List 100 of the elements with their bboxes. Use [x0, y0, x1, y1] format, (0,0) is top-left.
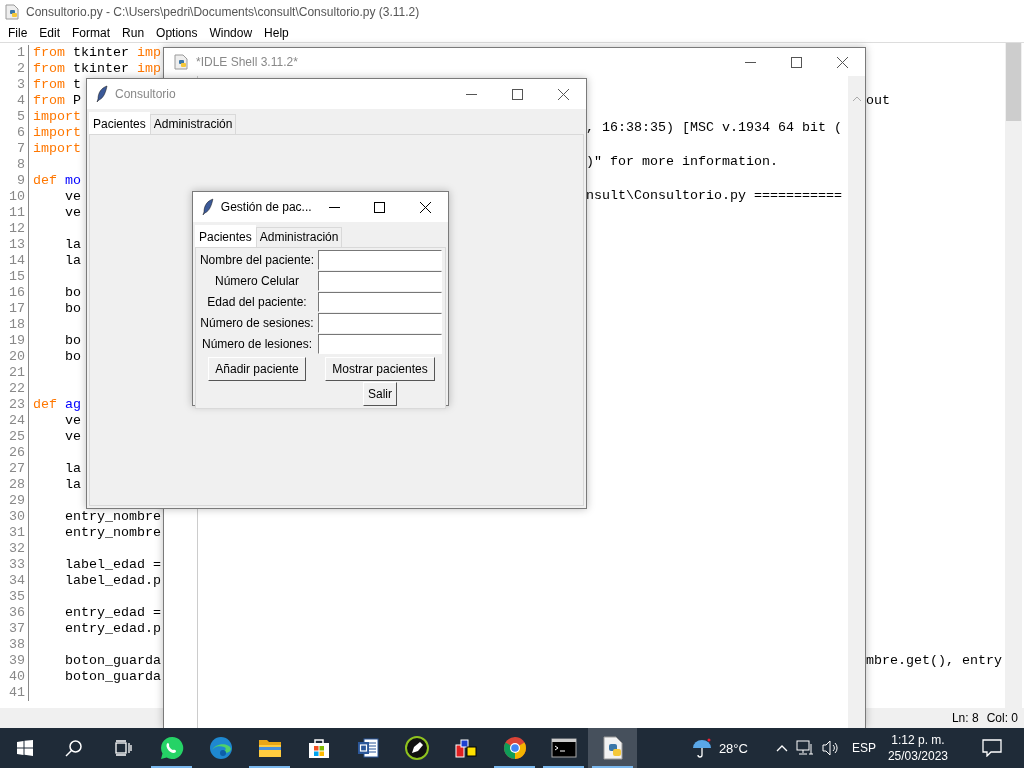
line-number: 30 [0, 509, 29, 525]
window-title: Consultorio.py - C:\Users\pedri\Documents\consult\Consultorio.py (3.11.2) [26, 5, 420, 19]
dialog-button[interactable]: Salir [363, 382, 397, 406]
menu-item[interactable]: Options [150, 26, 204, 40]
tab[interactable]: Pacientes [195, 225, 256, 247]
line-number: 16 [0, 285, 29, 301]
line-number: 35 [0, 589, 29, 605]
code-line: la [64, 237, 81, 252]
field-label: Número de lesiones: [200, 336, 314, 353]
code-line: def ag [33, 397, 81, 412]
code-line: ve [64, 189, 81, 204]
code-line: label_edad.p [64, 573, 161, 588]
code-line: import [33, 109, 81, 124]
line-number: 14 [0, 253, 29, 269]
code-line: from t [33, 77, 81, 92]
line-number: 8 [0, 157, 29, 173]
line-number: 21 [0, 365, 29, 381]
tab[interactable]: Administración [149, 114, 237, 134]
shell-line: nsult\Consultorio.py =========== [586, 188, 842, 204]
code-line: mbre.get(), entry [866, 653, 1003, 669]
tab[interactable]: Administración [255, 227, 343, 247]
tab[interactable]: Pacientes [89, 112, 150, 134]
code-line: la [64, 461, 81, 476]
line-number: 2 [0, 61, 29, 77]
line-number: 38 [0, 637, 29, 653]
menu-item[interactable]: Format [66, 26, 117, 40]
line-number: 11 [0, 205, 29, 221]
menu-item[interactable]: File [2, 26, 34, 40]
line-number: 36 [0, 605, 29, 621]
line-number: 34 [0, 573, 29, 589]
code-line: ve [64, 429, 81, 444]
menu-item[interactable]: Window [203, 26, 259, 40]
line-number: 27 [0, 461, 29, 477]
line-number: 25 [0, 429, 29, 445]
line-number: 5 [0, 109, 29, 125]
menu-item[interactable]: Help [258, 26, 295, 40]
line-number: 3 [0, 77, 29, 93]
code-line: la [64, 477, 81, 492]
code-line: from tkinter imp [33, 61, 161, 76]
dialog-button[interactable]: Añadir paciente [208, 357, 306, 381]
code-line: out [866, 93, 891, 109]
line-number: 28 [0, 477, 29, 493]
line-number: 18 [0, 317, 29, 333]
line-number: 23 [0, 397, 29, 413]
code-line: bo [64, 333, 81, 348]
code-line: label_edad = [64, 557, 161, 572]
code-line: from P [33, 93, 81, 108]
code-line: la [64, 253, 81, 268]
window-title: *IDLE Shell 3.11.2* [196, 55, 298, 69]
dialog-button[interactable]: Mostrar pacientes [325, 357, 435, 381]
field-label: Nombre del paciente: [198, 252, 316, 269]
line-number: 13 [0, 237, 29, 253]
line-number: 12 [0, 221, 29, 237]
code-line: boton_guarda [64, 669, 161, 684]
line-number: 7 [0, 141, 29, 157]
code-line: entry_nombre [64, 509, 161, 524]
line-number: 24 [0, 413, 29, 429]
clock-date[interactable]: 25/03/2023 [887, 748, 948, 764]
shell-line: )" for more information. [586, 154, 778, 170]
code-line: boton_guarda [64, 653, 161, 668]
menu-item[interactable]: Edit [33, 26, 67, 40]
field-label: Número Celular [214, 273, 300, 290]
code-line: import [33, 125, 81, 140]
line-number: 37 [0, 621, 29, 637]
temperature-text[interactable]: 28°C [718, 740, 748, 756]
code-line: ve [64, 205, 81, 220]
code-line: bo [64, 301, 81, 316]
menu-item[interactable]: Run [116, 26, 151, 40]
line-number: 31 [0, 525, 29, 541]
line-number: 9 [0, 173, 29, 189]
window-title: Consultorio [115, 87, 176, 101]
code-line: def mo [33, 173, 81, 188]
status-text: Col: 0 [986, 711, 1018, 725]
line-number: 15 [0, 269, 29, 285]
line-number: 29 [0, 493, 29, 509]
line-number: 26 [0, 445, 29, 461]
code-line: ve [64, 413, 81, 428]
line-number: 20 [0, 349, 29, 365]
code-line: entry_edad = [64, 605, 161, 620]
line-number: 41 [0, 685, 29, 701]
line-number: 19 [0, 333, 29, 349]
line-number: 10 [0, 189, 29, 205]
line-number: 22 [0, 381, 29, 397]
code-line: from tkinter imp [33, 45, 161, 60]
clock-time[interactable]: 1:12 p. m. [891, 732, 945, 748]
field-label: Número de sesiones: [199, 315, 315, 332]
code-line: bo [64, 349, 81, 364]
code-line: entry_nombre [64, 525, 161, 540]
status-text: Ln: 8 [951, 711, 979, 725]
line-number: 17 [0, 301, 29, 317]
field-label: Edad del paciente: [206, 294, 308, 311]
code-line: entry_edad.p [64, 621, 161, 636]
line-number: 32 [0, 541, 29, 557]
window-title: Gestión de pac... [220, 200, 312, 214]
line-number: 6 [0, 125, 29, 141]
line-number: 33 [0, 557, 29, 573]
line-number: 40 [0, 669, 29, 685]
language-indicator[interactable]: ESP [851, 741, 876, 755]
code-line: import [33, 141, 81, 156]
code-line: bo [64, 285, 81, 300]
